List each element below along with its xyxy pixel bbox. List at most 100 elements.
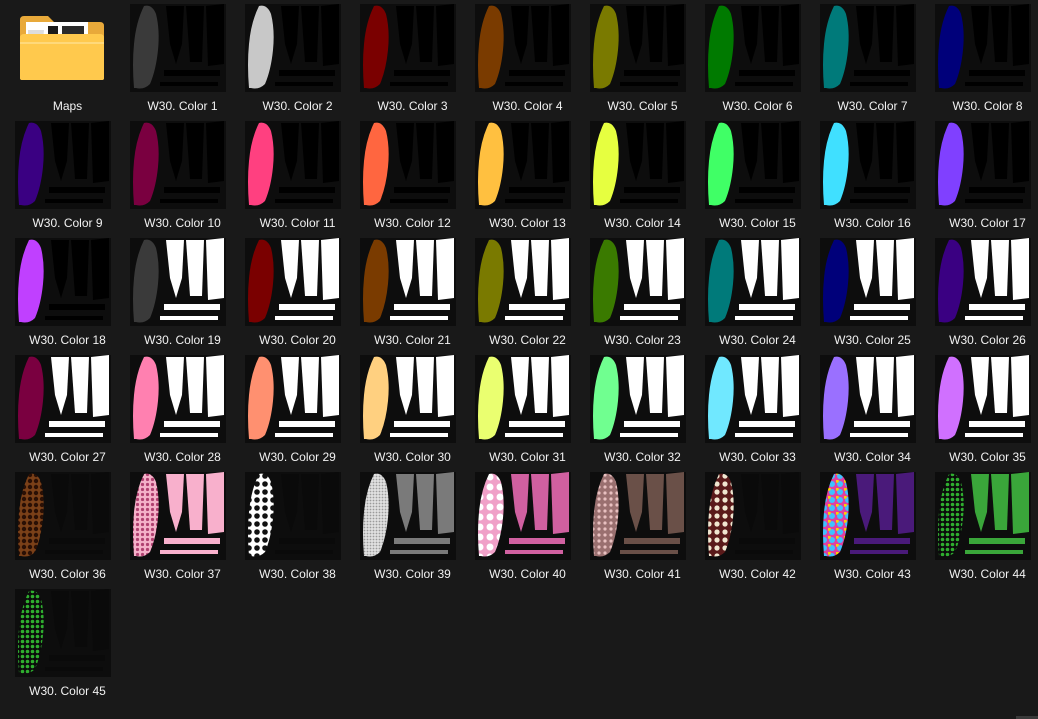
texture-file-label: W30. Color 26 [949,333,1026,347]
texture-thumbnail [245,472,341,560]
texture-thumbnail [360,472,456,560]
texture-thumbnail [590,121,686,209]
texture-thumbnail [15,121,111,209]
texture-file-item[interactable]: W30. Color 39 [355,468,470,585]
texture-file-item[interactable]: W30. Color 2 [240,0,355,117]
texture-file-item[interactable]: W30. Color 36 [10,468,125,585]
texture-file-label: W30. Color 45 [29,684,106,698]
texture-file-item[interactable]: W30. Color 34 [815,351,930,468]
texture-file-item[interactable]: W30. Color 41 [585,468,700,585]
texture-thumbnail [820,472,916,560]
texture-thumbnail [820,4,916,92]
texture-thumbnail [820,355,916,443]
texture-thumbnail [705,472,801,560]
texture-file-label: W30. Color 19 [144,333,221,347]
texture-file-item[interactable]: W30. Color 11 [240,117,355,234]
texture-file-label: W30. Color 11 [259,216,336,230]
texture-thumbnail [130,472,226,560]
texture-thumbnail [475,472,571,560]
texture-file-label: W30. Color 41 [604,567,681,581]
texture-file-label: W30. Color 1 [147,99,218,113]
texture-file-item[interactable]: W30. Color 1 [125,0,240,117]
texture-file-item[interactable]: W30. Color 8 [930,0,1038,117]
texture-file-label: W30. Color 5 [607,99,678,113]
texture-file-item[interactable]: W30. Color 29 [240,351,355,468]
texture-file-label: W30. Color 30 [374,450,451,464]
texture-thumbnail [935,355,1031,443]
texture-file-item[interactable]: W30. Color 16 [815,117,930,234]
texture-file-item[interactable]: W30. Color 32 [585,351,700,468]
texture-thumbnail [820,238,916,326]
texture-file-item[interactable]: W30. Color 40 [470,468,585,585]
texture-thumbnail [820,121,916,209]
texture-file-item[interactable]: W30. Color 42 [700,468,815,585]
texture-thumbnail [245,238,341,326]
texture-file-item[interactable]: W30. Color 3 [355,0,470,117]
texture-thumbnail [360,4,456,92]
texture-file-item[interactable]: W30. Color 25 [815,234,930,351]
texture-file-item[interactable]: W30. Color 26 [930,234,1038,351]
texture-file-label: W30. Color 32 [604,450,681,464]
texture-file-label: W30. Color 22 [489,333,566,347]
texture-file-item[interactable]: W30. Color 13 [470,117,585,234]
texture-file-label: W30. Color 39 [374,567,451,581]
texture-thumbnail [935,238,1031,326]
folder-icon [18,12,106,82]
texture-file-label: W30. Color 28 [144,450,221,464]
folder-item-maps[interactable]: Maps [10,0,125,117]
texture-file-item[interactable]: W30. Color 22 [470,234,585,351]
texture-file-item[interactable]: W30. Color 35 [930,351,1038,468]
texture-file-item[interactable]: W30. Color 21 [355,234,470,351]
texture-file-label: W30. Color 14 [604,216,681,230]
texture-file-item[interactable]: W30. Color 15 [700,117,815,234]
texture-file-label: W30. Color 33 [719,450,796,464]
texture-file-item[interactable]: W30. Color 18 [10,234,125,351]
texture-file-item[interactable]: W30. Color 23 [585,234,700,351]
texture-file-item[interactable]: W30. Color 17 [930,117,1038,234]
texture-file-item[interactable]: W30. Color 20 [240,234,355,351]
texture-file-label: W30. Color 2 [262,99,333,113]
texture-file-item[interactable]: W30. Color 10 [125,117,240,234]
texture-file-item[interactable]: W30. Color 43 [815,468,930,585]
texture-file-item[interactable]: W30. Color 24 [700,234,815,351]
texture-file-label: W30. Color 35 [949,450,1026,464]
texture-thumbnail [590,355,686,443]
texture-thumbnail [705,238,801,326]
texture-file-label: W30. Color 10 [144,216,221,230]
texture-file-label: W30. Color 13 [489,216,566,230]
texture-file-item[interactable]: W30. Color 7 [815,0,930,117]
texture-file-item[interactable]: W30. Color 30 [355,351,470,468]
texture-file-item[interactable]: W30. Color 44 [930,468,1038,585]
texture-file-label: W30. Color 31 [489,450,566,464]
texture-file-item[interactable]: W30. Color 5 [585,0,700,117]
texture-file-label: W30. Color 29 [259,450,336,464]
texture-file-label: W30. Color 15 [719,216,796,230]
texture-thumbnail [475,4,571,92]
texture-thumbnail [705,121,801,209]
texture-file-item[interactable]: W30. Color 31 [470,351,585,468]
texture-file-item[interactable]: W30. Color 28 [125,351,240,468]
texture-thumbnail [15,238,111,326]
texture-file-item[interactable]: W30. Color 14 [585,117,700,234]
texture-file-item[interactable]: W30. Color 45 [10,585,125,702]
texture-file-item[interactable]: W30. Color 6 [700,0,815,117]
texture-file-label: W30. Color 6 [722,99,793,113]
texture-file-label: W30. Color 38 [259,567,336,581]
texture-file-label: W30. Color 34 [834,450,911,464]
texture-thumbnail [705,4,801,92]
texture-thumbnail [475,238,571,326]
texture-file-label: W30. Color 7 [837,99,908,113]
texture-file-item[interactable]: W30. Color 9 [10,117,125,234]
texture-thumbnail [130,121,226,209]
texture-file-item[interactable]: W30. Color 33 [700,351,815,468]
texture-thumbnail [590,4,686,92]
texture-file-item[interactable]: W30. Color 27 [10,351,125,468]
texture-file-label: W30. Color 3 [377,99,448,113]
texture-file-item[interactable]: W30. Color 38 [240,468,355,585]
texture-file-item[interactable]: W30. Color 37 [125,468,240,585]
texture-file-item[interactable]: W30. Color 12 [355,117,470,234]
texture-file-item[interactable]: W30. Color 4 [470,0,585,117]
texture-file-item[interactable]: W30. Color 19 [125,234,240,351]
texture-file-label: W30. Color 16 [834,216,911,230]
texture-file-label: W30. Color 4 [492,99,563,113]
